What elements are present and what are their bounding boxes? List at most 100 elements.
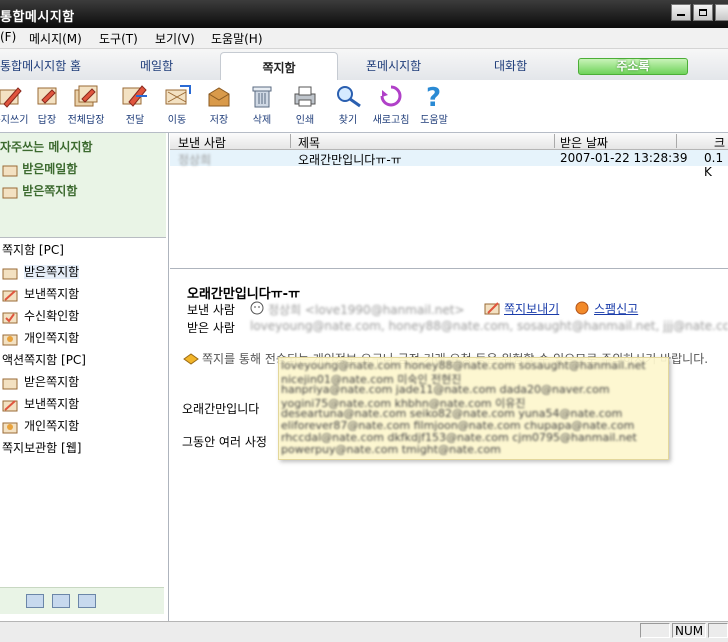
row-subject: 오래간만입니다ㅠ-ㅠ — [298, 153, 402, 167]
personal-icon — [2, 420, 18, 434]
row-sender: 정상희 — [178, 153, 212, 167]
status-cell — [708, 623, 728, 638]
reply-all-button[interactable]: 전체답장 — [64, 82, 108, 126]
trash-icon — [252, 86, 272, 108]
forward-icon — [122, 85, 147, 107]
tree-action-notes-pc[interactable]: 액션쪽지함 [PC] — [2, 351, 86, 368]
spam-report-link[interactable]: 스팸신고 — [594, 300, 638, 317]
to-label: 받은 사람 — [187, 321, 235, 335]
col-subject[interactable]: 제목 — [298, 134, 320, 151]
tree-label: 보낸쪽지함 — [24, 397, 80, 411]
refresh-icon — [380, 85, 402, 107]
favorites-panel: 자주쓰는 메시지함 받은메일함 받은쪽지함 — [0, 133, 166, 238]
view-list-button[interactable] — [26, 594, 44, 608]
status-cell — [640, 623, 670, 638]
tree-received-notes[interactable]: 받은쪽지함 — [2, 263, 80, 280]
move-label: 이동 — [167, 115, 187, 126]
print-icon — [294, 86, 316, 107]
maximize-icon — [699, 9, 707, 16]
column-divider[interactable] — [554, 134, 555, 148]
tab-bar: 통합메시지함 홈 메일함 쪽지함 폰메시지함 대화함 주소록 — [0, 49, 728, 81]
view-split-button[interactable] — [52, 594, 70, 608]
view-columns-button[interactable] — [78, 594, 96, 608]
tree-label: 개인쪽지함 — [24, 331, 80, 345]
favorite-inbox-notes[interactable]: 받은쪽지함 — [2, 182, 77, 199]
favorite-inbox-mail[interactable]: 받은메일함 — [2, 160, 77, 177]
tree-action-received[interactable]: 받은쪽지함 — [2, 373, 79, 390]
from-value: 정상희 <love1990@hanmail.net> — [268, 303, 465, 317]
help-icon: ? — [426, 83, 441, 110]
search-button[interactable]: 찾기 — [326, 82, 370, 126]
close-button[interactable] — [715, 4, 728, 21]
row-date: 2007-01-22 13:28:39 — [560, 151, 688, 165]
tree-notes-pc[interactable]: 쪽지함 [PC] — [2, 241, 64, 258]
svg-text:?: ? — [426, 83, 441, 110]
menu-view[interactable]: 보기(V) — [155, 30, 195, 47]
table-row[interactable]: 정상희 오래간만입니다ㅠ-ㅠ 2007-01-22 13:28:39 0.1 K — [170, 150, 728, 179]
favorite-label: 받은쪽지함 — [22, 184, 78, 198]
tab-phone[interactable]: 폰메시지함 — [366, 57, 421, 74]
tab-chat[interactable]: 대화함 — [494, 57, 527, 74]
tree-label: 받은쪽지함 — [24, 375, 80, 389]
folder-pane: 자주쓰는 메시지함 받은메일함 받은쪽지함 쪽지함 [PC] 받은쪽지함 보낸쪽… — [0, 133, 169, 621]
send-note-icon — [484, 302, 500, 315]
save-button[interactable]: 저장 — [197, 82, 241, 126]
mail-folder-icon — [2, 165, 18, 176]
forward-label: 전달 — [125, 115, 145, 126]
delete-button[interactable]: 삭제 — [240, 82, 284, 126]
status-bar: NUM — [0, 621, 728, 642]
save-label: 저장 — [209, 115, 229, 126]
reply-label: 답장 — [37, 115, 57, 126]
print-label: 인쇄 — [295, 115, 315, 126]
to-value: loveyoung@nate.com, honey88@nate.com, so… — [250, 319, 728, 333]
view-switcher — [0, 587, 164, 614]
address-book-button[interactable]: 주소록 — [578, 58, 688, 75]
menu-file[interactable]: (F) — [0, 30, 16, 44]
move-button[interactable]: 이동 — [155, 82, 199, 126]
tab-notes[interactable]: 쪽지함 — [220, 52, 338, 81]
spam-report-icon — [575, 301, 589, 315]
tree-read-receipts[interactable]: 수신확인함 — [2, 307, 79, 324]
inbox-icon — [2, 266, 18, 280]
minimize-icon — [677, 14, 685, 16]
column-divider[interactable] — [676, 134, 677, 148]
menu-message[interactable]: 메시지(M) — [29, 30, 82, 47]
help-button[interactable]: ? 도움말 — [412, 82, 456, 126]
sent-icon — [2, 398, 18, 412]
from-label: 보낸 사람 — [187, 303, 235, 317]
column-divider[interactable] — [290, 134, 291, 148]
tooltip-line: powerpuy@nate.com tmight@nate.com — [281, 443, 501, 456]
maximize-button[interactable] — [693, 4, 713, 21]
list-header: 보낸 사람 제목 받은 날짜 크 — [170, 133, 728, 150]
reply-icon — [37, 87, 57, 105]
forward-button[interactable]: 전달 — [113, 82, 157, 126]
print-button[interactable]: 인쇄 — [283, 82, 327, 126]
send-note-link[interactable]: 쪽지보내기 — [504, 300, 559, 317]
move-icon — [165, 85, 191, 105]
reply-all-icon — [74, 85, 98, 107]
body-line-1: 오래간만입니다 — [182, 402, 260, 416]
tree-action-personal[interactable]: 개인쪽지함 — [2, 417, 79, 434]
tree-label: 수신확인함 — [24, 309, 80, 323]
sender-status-icon — [250, 301, 264, 315]
col-sender[interactable]: 보낸 사람 — [178, 134, 226, 151]
help-label: 도움말 — [420, 115, 448, 126]
tree-label: 보낸쪽지함 — [24, 287, 80, 301]
minimize-button[interactable] — [671, 4, 691, 21]
refresh-button[interactable]: 새로고침 — [369, 82, 413, 126]
write-icon — [0, 87, 22, 108]
tree-personal-notes[interactable]: 개인쪽지함 — [2, 329, 79, 346]
tree-sent-notes[interactable]: 보낸쪽지함 — [2, 285, 79, 302]
col-size[interactable]: 크 — [714, 134, 725, 151]
favorite-label: 받은메일함 — [22, 162, 78, 176]
col-date[interactable]: 받은 날짜 — [560, 134, 608, 151]
menu-help[interactable]: 도움말(H) — [211, 30, 263, 47]
tree-archive-web[interactable]: 쪽지보관함 [웹] — [2, 439, 81, 456]
menu-tools[interactable]: 도구(T) — [99, 30, 138, 47]
tab-mail[interactable]: 메일함 — [140, 57, 173, 74]
reply-button[interactable]: 답장 — [25, 82, 69, 126]
tab-home[interactable]: 통합메시지함 홈 — [0, 57, 81, 74]
search-label: 찾기 — [338, 115, 358, 126]
tree-action-sent[interactable]: 보낸쪽지함 — [2, 395, 79, 412]
save-icon — [208, 87, 230, 107]
